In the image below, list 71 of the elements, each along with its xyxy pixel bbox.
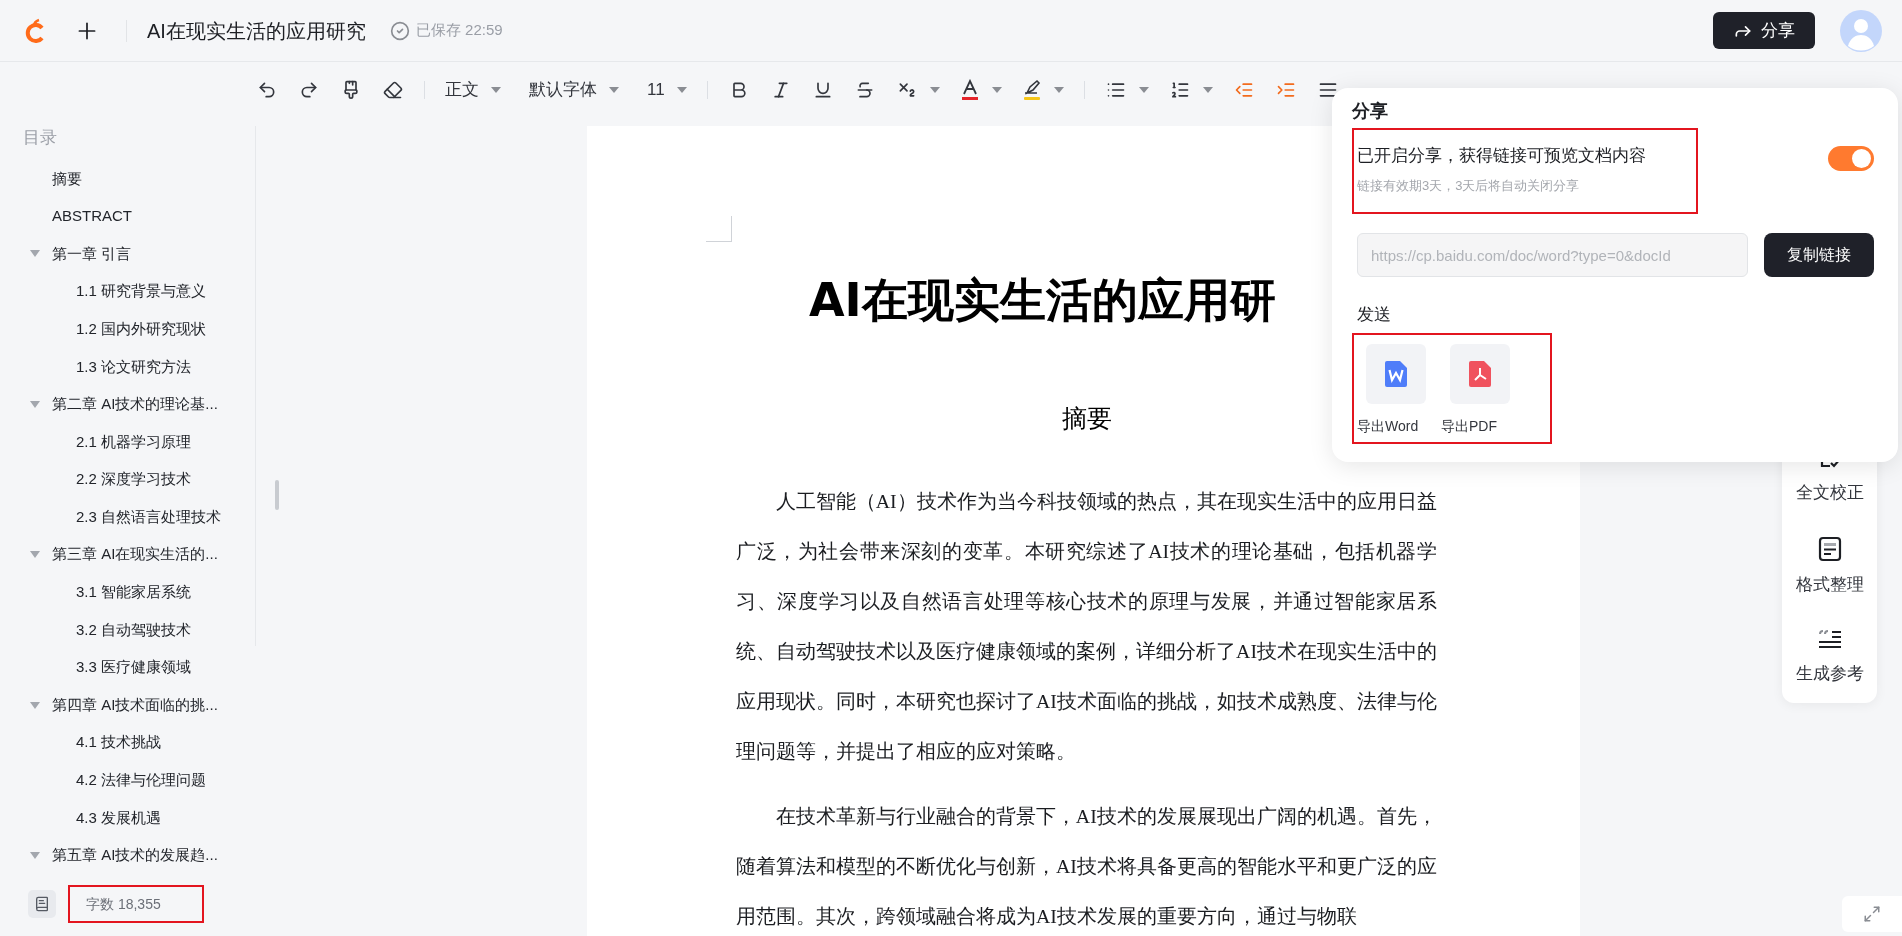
- caret-icon[interactable]: [491, 87, 501, 93]
- toc-item[interactable]: 4.1 技术挑战: [76, 731, 162, 754]
- share-status-text: 已开启分享，获得链接可预览文档内容: [1357, 145, 1647, 167]
- toc-item[interactable]: 第三章 AI在现实生活的...: [52, 543, 218, 566]
- document-title: AI在现实生活的应用研: [809, 272, 1276, 329]
- body-paragraph: 人工智能（AI）技术作为当今科技领域的热点，其在现实生活中的应用日益广泛，为社会带来深刻的变革。本研究综述了AI技术的理论基础，包括机器学习、深度学习以及自然语言处理等核心技术的原理与发展，并通过智能家居系统、自动驾驶技术以及医疗健康领域的案例，详细分析了AI技术在现实生活中的应用现状。同时，本研究也探讨了AI技术面临的挑战，如技术成熟度、法律与伦理问题等，并提出了相应的应对策略。: [736, 489, 1437, 764]
- outline-toggle-button[interactable]: [28, 890, 56, 918]
- caret-icon[interactable]: [1053, 87, 1064, 93]
- font-family-dropdown[interactable]: 默认字体: [529, 77, 597, 103]
- caret-icon[interactable]: [609, 87, 619, 93]
- toc-item[interactable]: 3.3 医疗健康领域: [76, 656, 192, 679]
- toc-item[interactable]: 3.2 自动驾驶技术: [76, 618, 192, 642]
- caret-icon[interactable]: [991, 87, 1002, 93]
- tool-label[interactable]: 全文校正: [1795, 480, 1864, 506]
- collapse-toggle-icon[interactable]: [30, 400, 40, 408]
- logo-icon[interactable]: [24, 17, 46, 44]
- pdf-file-icon[interactable]: [1469, 361, 1491, 387]
- collapse-toggle-icon[interactable]: [30, 852, 40, 859]
- document-lines-icon[interactable]: [1817, 535, 1842, 562]
- toc-item[interactable]: 4.3 发展机遇: [76, 806, 162, 830]
- toc-item[interactable]: 摘要: [52, 167, 82, 191]
- toc-item[interactable]: 2.3 自然语言处理技术: [76, 505, 222, 529]
- toc-item[interactable]: 2.2 深度学习技术: [76, 468, 192, 491]
- toc-item[interactable]: 1.1 研究背景与意义: [76, 280, 207, 303]
- toc-item[interactable]: 3.1 智能家居系统: [76, 581, 192, 604]
- word-file-icon[interactable]: [1385, 361, 1407, 387]
- outline-icon[interactable]: [34, 896, 50, 912]
- document-name: AI在现实生活的应用研究: [147, 18, 366, 44]
- toc-item[interactable]: 第一章 引言: [52, 242, 132, 266]
- share-toggle[interactable]: [1828, 146, 1874, 171]
- expand-icon[interactable]: [1863, 905, 1881, 923]
- caret-icon[interactable]: [676, 87, 687, 93]
- tool-label[interactable]: 格式整理: [1795, 571, 1864, 597]
- copy-link-button[interactable]: 复制链接: [1764, 233, 1874, 277]
- toc-item[interactable]: ABSTRACT: [52, 205, 132, 228]
- saved-check-icon: [389, 20, 410, 41]
- export-label[interactable]: 导出PDF: [1441, 416, 1497, 437]
- export-tile[interactable]: [1366, 344, 1426, 404]
- paragraph-style-dropdown[interactable]: 正文: [445, 77, 479, 103]
- page-corner-mark: [706, 216, 732, 242]
- caret-icon[interactable]: [1202, 87, 1213, 93]
- font-size-dropdown[interactable]: 11: [647, 77, 665, 103]
- export-label[interactable]: 导出Word: [1357, 416, 1419, 437]
- fullscreen-button[interactable]: [1842, 896, 1902, 932]
- collapse-toggle-icon[interactable]: [30, 551, 40, 559]
- share-button[interactable]: 分享: [1713, 12, 1815, 49]
- section-heading: 摘要: [1061, 403, 1112, 434]
- caret-icon[interactable]: [929, 87, 940, 93]
- collapse-toggle-icon[interactable]: [30, 701, 40, 709]
- save-status: 已保存 22:59: [415, 20, 503, 41]
- toc-title: 目录: [22, 127, 58, 149]
- eraser-icon[interactable]: [382, 79, 404, 101]
- body-paragraph: 在技术革新与行业融合的背景下，AI技术的发展展现出广阔的机遇。首先，随着算法和模型的不断优化与创新，AI技术将具备更高的智能水平和更广泛的应用范围。其次，跨领域融合将成为AI技术发展的重要方向，通过与物联: [736, 804, 1437, 929]
- share-title: 分享: [1352, 100, 1389, 123]
- scrollbar-thumb[interactable]: [275, 480, 279, 510]
- font-color-icon[interactable]: [959, 79, 980, 101]
- caret-icon[interactable]: [1138, 87, 1149, 93]
- toc-item[interactable]: 1.2 国内外研究现状: [76, 317, 207, 341]
- collapse-toggle-icon[interactable]: [30, 250, 40, 258]
- toc-item[interactable]: 第二章 AI技术的理论基...: [52, 393, 218, 416]
- toc-item[interactable]: 4.2 法律与伦理问题: [76, 769, 207, 792]
- share-expiry-note: 链接有效期3天，3天后将自动关闭分享: [1357, 177, 1581, 195]
- tool-label[interactable]: 生成参考: [1795, 661, 1864, 687]
- toc-item[interactable]: 第五章 AI技术的发展趋...: [52, 844, 218, 867]
- export-tile[interactable]: [1450, 344, 1510, 404]
- toc-item[interactable]: 1.3 论文研究方法: [76, 355, 192, 378]
- highlighter-icon[interactable]: [1021, 79, 1042, 101]
- send-section-title: 发送: [1356, 304, 1392, 326]
- toc-item[interactable]: 2.1 机器学习原理: [76, 430, 192, 454]
- toc-item[interactable]: 第四章 AI技术面临的挑...: [52, 693, 218, 717]
- word-count: 字数 18,355: [86, 894, 161, 914]
